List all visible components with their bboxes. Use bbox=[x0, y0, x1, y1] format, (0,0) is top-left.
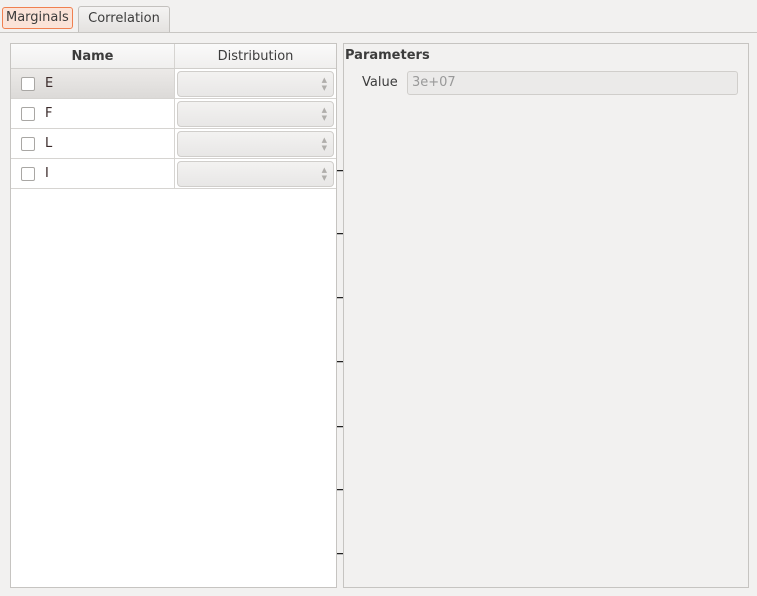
distribution-cell: ▲ ▼ bbox=[175, 129, 336, 158]
value-label: Value bbox=[362, 75, 398, 90]
row-checkbox[interactable] bbox=[21, 76, 35, 91]
column-header-name[interactable]: Name bbox=[11, 44, 175, 68]
parameters-title: Parameters bbox=[345, 48, 430, 63]
variable-name: I bbox=[45, 166, 49, 181]
spin-arrows-icon: ▲ ▼ bbox=[321, 166, 327, 182]
distribution-cell: ▲ ▼ bbox=[175, 69, 336, 98]
row-checkbox[interactable] bbox=[21, 136, 35, 151]
variable-name: L bbox=[45, 136, 53, 151]
table-row[interactable]: E ▲ ▼ bbox=[11, 69, 336, 99]
table-row[interactable]: I ▲ ▼ bbox=[11, 159, 336, 189]
table-row[interactable]: L ▲ ▼ bbox=[11, 129, 336, 159]
spin-arrows-icon: ▲ ▼ bbox=[321, 76, 327, 92]
table-header: Name Distribution bbox=[11, 44, 336, 69]
table-row[interactable]: F ▲ ▼ bbox=[11, 99, 336, 129]
name-cell[interactable]: F bbox=[11, 99, 175, 128]
distribution-cell: ▲ ▼ bbox=[175, 99, 336, 128]
tab-correlation[interactable]: Correlation bbox=[78, 6, 170, 32]
spin-arrows-icon: ▲ ▼ bbox=[321, 106, 327, 122]
tab-bar: Marginals Correlation bbox=[0, 0, 757, 33]
name-cell[interactable]: L bbox=[11, 129, 175, 158]
distribution-combo[interactable]: ▲ ▼ bbox=[177, 131, 334, 157]
name-cell[interactable]: I bbox=[11, 159, 175, 188]
marginals-table: Name Distribution E ▲ ▼ F ▲ ▼ L ▲ ▼ I ▲ ▼ bbox=[10, 43, 337, 588]
row-checkbox[interactable] bbox=[21, 166, 35, 181]
distribution-combo[interactable]: ▲ ▼ bbox=[177, 71, 334, 97]
distribution-combo[interactable]: ▲ ▼ bbox=[177, 161, 334, 187]
variable-name: E bbox=[45, 76, 54, 91]
distribution-combo[interactable]: ▲ ▼ bbox=[177, 101, 334, 127]
parameters-panel: Parameters Value 3e+07 bbox=[343, 43, 749, 588]
row-checkbox[interactable] bbox=[21, 106, 35, 121]
name-cell[interactable]: E bbox=[11, 69, 175, 98]
tab-marginals[interactable]: Marginals bbox=[2, 7, 73, 29]
spin-arrows-icon: ▲ ▼ bbox=[321, 136, 327, 152]
column-header-distribution[interactable]: Distribution bbox=[175, 44, 336, 68]
value-input[interactable]: 3e+07 bbox=[407, 71, 738, 95]
distribution-cell: ▲ ▼ bbox=[175, 159, 336, 188]
variable-name: F bbox=[45, 106, 53, 121]
